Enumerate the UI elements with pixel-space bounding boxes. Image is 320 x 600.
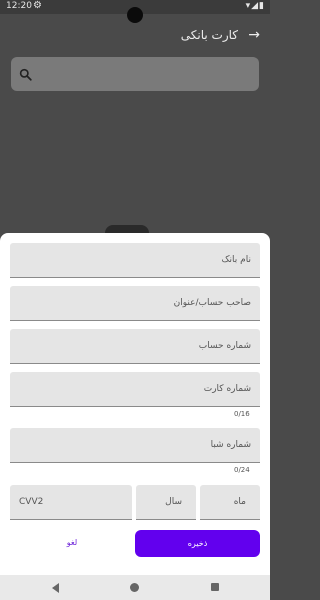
sheba-counter: 0/24 xyxy=(234,466,250,474)
back-arrow-icon[interactable]: → xyxy=(248,27,260,43)
battery-icon: ▮ xyxy=(259,1,265,11)
app-bar: کارت بانکی → xyxy=(0,22,270,50)
status-time: 12:20 xyxy=(6,1,32,11)
cvv2-field[interactable]: CVV2 xyxy=(10,485,132,520)
gear-icon: ⚙ xyxy=(33,0,42,11)
bank-name-field[interactable]: نام بانک xyxy=(10,243,260,278)
nav-recents-icon[interactable] xyxy=(211,583,219,591)
year-label: سال xyxy=(165,497,182,507)
status-icons: ▾◢▮ xyxy=(246,1,265,11)
card-number-label: شماره کارت xyxy=(203,384,251,394)
system-nav-bar xyxy=(0,575,270,600)
month-label: ماه xyxy=(233,497,246,507)
account-owner-field[interactable]: صاحب حساب/عنوان xyxy=(10,286,260,321)
search-bar[interactable] xyxy=(11,57,259,91)
cancel-button[interactable]: لغو xyxy=(52,534,92,552)
search-icon xyxy=(19,66,32,85)
sheba-label: شماره شبا xyxy=(210,440,251,450)
save-button[interactable]: ذخیره xyxy=(135,530,260,557)
sheba-field[interactable]: شماره شبا xyxy=(10,428,260,463)
card-number-field[interactable]: شماره کارت xyxy=(10,372,260,407)
page-title: کارت بانکی xyxy=(180,28,238,42)
camera-cutout xyxy=(127,7,143,23)
month-field[interactable]: ماه xyxy=(200,485,260,520)
nav-back-icon[interactable] xyxy=(52,583,59,593)
account-number-field[interactable]: شماره حساب xyxy=(10,329,260,364)
card-number-counter: 0/16 xyxy=(234,410,250,418)
account-number-label: شماره حساب xyxy=(198,341,251,351)
nav-home-icon[interactable] xyxy=(130,583,139,592)
signal-icon: ◢ xyxy=(251,1,260,11)
bank-name-label: نام بانک xyxy=(221,255,252,265)
cvv2-label: CVV2 xyxy=(19,497,44,507)
year-field[interactable]: سال xyxy=(136,485,196,520)
account-owner-label: صاحب حساب/عنوان xyxy=(173,298,251,308)
